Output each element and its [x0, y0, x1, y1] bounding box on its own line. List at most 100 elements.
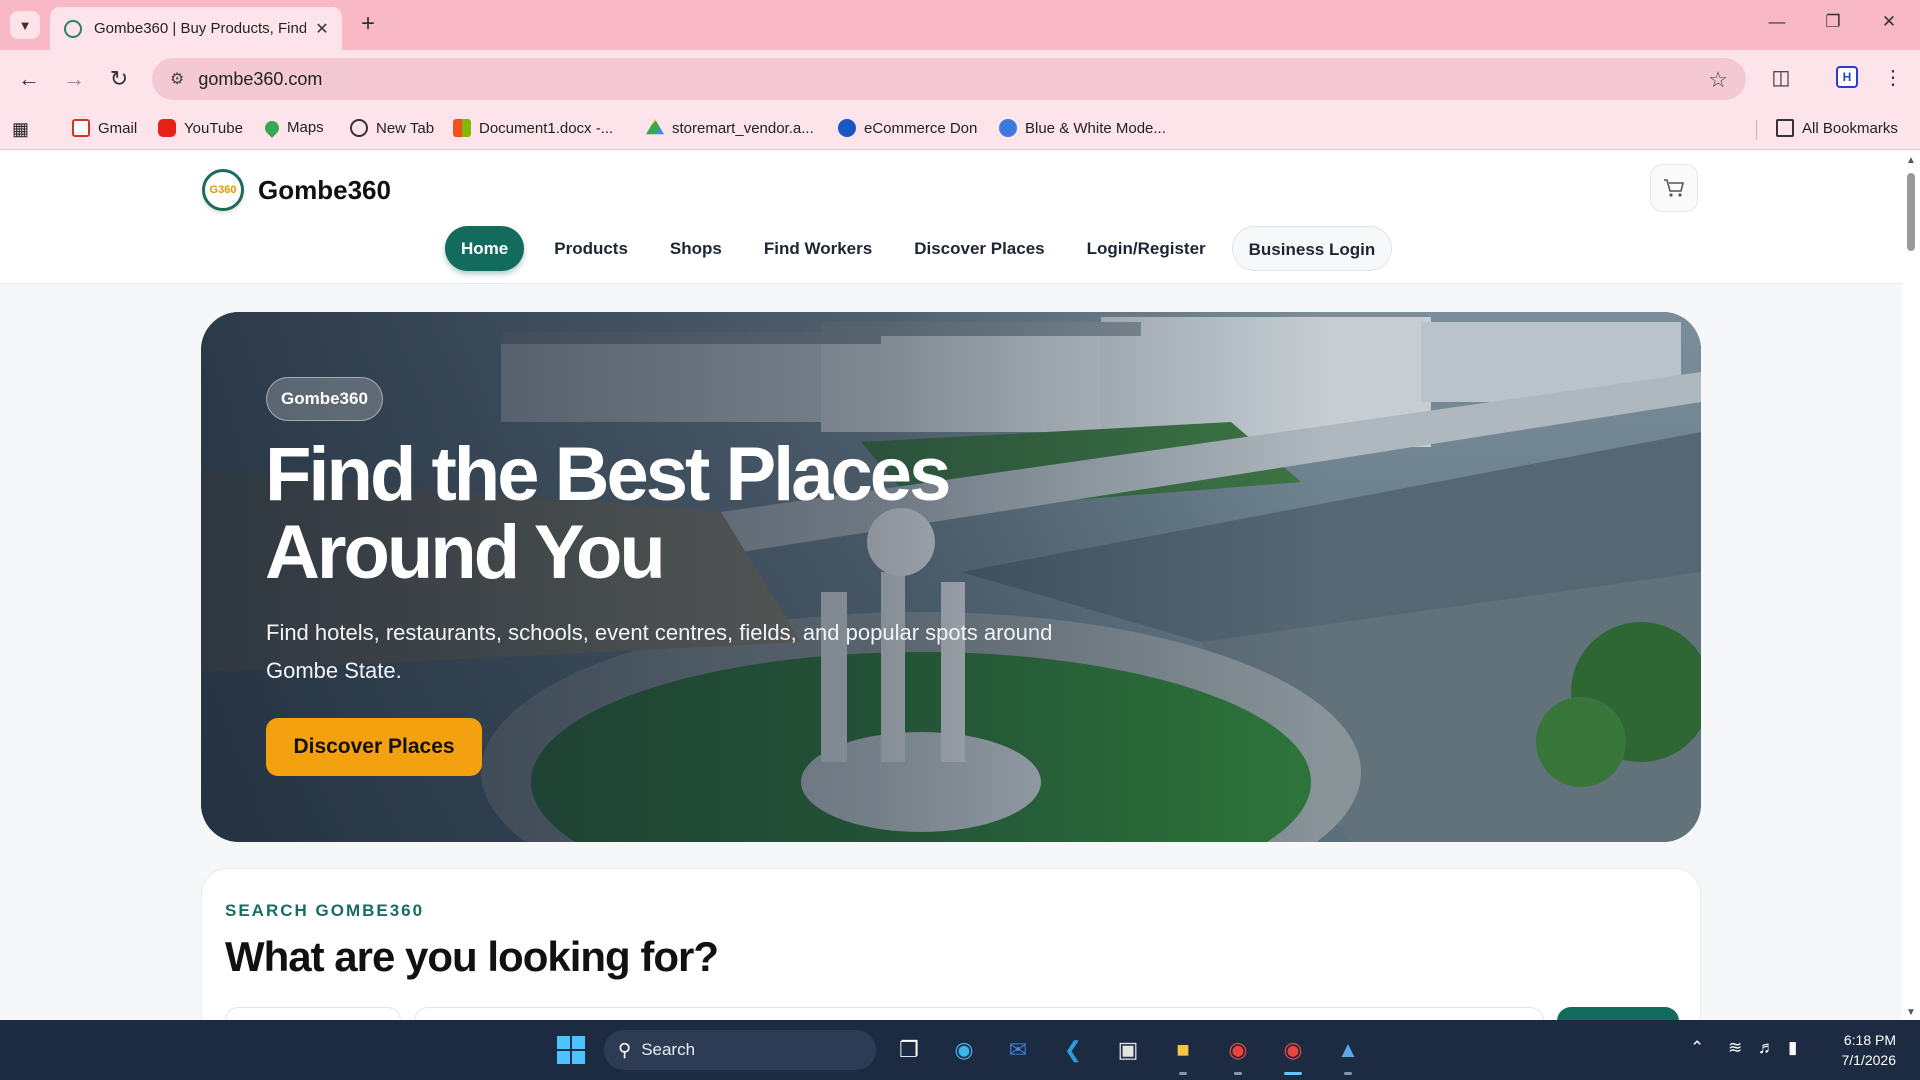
nav-login-register[interactable]: Login/Register [1067, 226, 1226, 271]
bookmark-document1[interactable]: Document1.docx -... [453, 119, 613, 137]
hero-badge: Gombe360 [266, 377, 383, 421]
chrome-profile-icon[interactable]: ◉ [1276, 1033, 1310, 1067]
bookmark-new-tab[interactable]: New Tab [350, 119, 434, 137]
forward-button[interactable]: → [59, 64, 89, 94]
search-submit-button[interactable] [1557, 1007, 1679, 1020]
folder-icon [1776, 119, 1794, 137]
maps-pin-icon [262, 117, 282, 138]
close-window-button[interactable]: ✕ [1874, 12, 1904, 32]
address-bar[interactable]: ⚙ gombe360.com ☆ [152, 58, 1746, 100]
bookmarks-divider [1756, 120, 1757, 140]
logo-mark-icon: G360 [202, 169, 244, 211]
minimize-button[interactable]: — [1762, 12, 1792, 32]
chrome-icon[interactable]: ◉ [1221, 1033, 1255, 1067]
photos-icon[interactable]: ▲ [1331, 1033, 1365, 1067]
chevron-down-icon: ▼ [18, 17, 32, 33]
running-indicator [1179, 1072, 1187, 1075]
browser-menu-icon[interactable]: ⋮ [1878, 65, 1908, 90]
bookmark-gmail[interactable]: Gmail [72, 119, 137, 137]
search-icon: ⚲ [618, 1039, 632, 1060]
bookmark-label: Blue & White Mode... [1025, 119, 1166, 137]
taskbar-search[interactable]: ⚲ Search [604, 1030, 876, 1070]
nav-home[interactable]: Home [445, 226, 525, 271]
bookmark-storemart[interactable]: storemart_vendor.a... [646, 119, 814, 137]
bookmark-blue-white[interactable]: Blue & White Mode... [999, 119, 1166, 137]
tab-title: Gombe360 | Buy Products, Find [94, 20, 306, 37]
site-header: G360 Gombe360 Home Products Shops Find W… [0, 151, 1902, 284]
bookmark-star-icon[interactable]: ☆ [1708, 67, 1728, 93]
logo-text: Gombe360 [258, 174, 391, 205]
globe-icon [350, 119, 368, 137]
vscode-icon[interactable]: ❮ [1056, 1033, 1090, 1067]
apps-grid-icon[interactable]: ▦ [12, 119, 29, 140]
search-input[interactable] [414, 1007, 1544, 1020]
browser-tab-active[interactable]: Gombe360 | Buy Products, Find ✕ [50, 7, 342, 50]
battery-icon[interactable]: ▮ [1788, 1038, 1797, 1058]
taskbar-search-label: Search [641, 1040, 696, 1059]
cart-icon [1664, 179, 1685, 197]
search-category-select[interactable] [225, 1007, 401, 1020]
nav-discover-places[interactable]: Discover Places [894, 226, 1064, 271]
store-icon[interactable]: ▣ [1111, 1033, 1145, 1067]
clock-date: 7/1/2026 [1841, 1052, 1897, 1068]
bookmark-label: Document1.docx -... [479, 119, 614, 137]
active-indicator [1284, 1072, 1302, 1075]
drive-icon [646, 119, 664, 135]
all-bookmarks-label: All Bookmarks [1802, 119, 1898, 137]
bookmark-label: New Tab [376, 119, 435, 137]
bookmark-label: Maps [287, 119, 324, 136]
discover-places-button[interactable]: Discover Places [266, 718, 482, 776]
bookmark-label: storemart_vendor.a... [672, 119, 814, 137]
nav-business-login[interactable]: Business Login [1231, 226, 1393, 271]
canva-icon [999, 119, 1017, 137]
page-scrollbar[interactable]: ▲ ▼ [1902, 151, 1920, 1020]
search-eyebrow: SEARCH GOMBE360 [225, 901, 425, 920]
bookmarks-bar: ▦ Gmail YouTube Maps New Tab Document1.d… [0, 108, 1920, 150]
volume-icon[interactable]: ♬ [1758, 1038, 1775, 1058]
outlook-icon[interactable]: ✉ [1001, 1033, 1035, 1067]
search-heading: What are you looking for? [225, 933, 719, 980]
bookmark-ecommerce-don[interactable]: eCommerce Don [838, 119, 977, 137]
hero-subtitle: Find hotels, restaurants, schools, event… [266, 620, 1053, 683]
show-hidden-icons-icon[interactable]: ⌃ [1690, 1038, 1704, 1058]
scroll-up-arrow-icon[interactable]: ▲ [1906, 155, 1916, 166]
windows-taskbar: ⚲ Search ❐ ◉ ✉ ❮ ▣ ■ ◉ ◉ ▲ ⌃ ≋ ♬ ▮ 6:18 … [0, 1020, 1920, 1080]
running-indicator [1344, 1072, 1352, 1075]
clock-time: 6:18 PM [1843, 1032, 1896, 1048]
extensions-icon[interactable]: ◫ [1766, 65, 1796, 90]
bookmark-youtube[interactable]: YouTube [158, 119, 243, 137]
cart-circle-icon [838, 119, 856, 137]
edge-browser-icon[interactable]: ◉ [947, 1033, 981, 1067]
all-bookmarks-button[interactable]: All Bookmarks [1776, 119, 1898, 137]
reload-button[interactable]: ↻ [104, 64, 134, 94]
site-info-icon[interactable]: ⚙ [170, 69, 184, 89]
scroll-thumb[interactable] [1907, 173, 1915, 251]
new-tab-button[interactable]: + [354, 10, 382, 38]
windows-logo-icon [557, 1036, 585, 1064]
restore-button[interactable]: ❐ [1818, 12, 1848, 32]
nav-products[interactable]: Products [534, 226, 648, 271]
extension-badge-icon[interactable]: H [1836, 66, 1858, 88]
search-section: SEARCH GOMBE360 What are you looking for… [201, 868, 1701, 1020]
nav-find-workers[interactable]: Find Workers [744, 226, 892, 271]
cart-button[interactable] [1650, 164, 1698, 212]
wifi-icon[interactable]: ≋ [1728, 1038, 1742, 1058]
start-button[interactable] [554, 1033, 588, 1067]
back-button[interactable]: ← [14, 64, 44, 94]
site-favicon-icon [64, 19, 82, 38]
bookmark-label: YouTube [184, 119, 243, 137]
page-viewport: G360 Gombe360 Home Products Shops Find W… [0, 151, 1902, 1020]
system-clock[interactable]: 6:18 PM 7/1/2026 [1832, 1030, 1897, 1070]
url-text[interactable]: gombe360.com [198, 69, 322, 90]
close-tab-icon[interactable]: ✕ [312, 19, 332, 39]
file-explorer-icon[interactable]: ■ [1166, 1033, 1200, 1067]
scroll-down-arrow-icon[interactable]: ▼ [1906, 1007, 1916, 1018]
bookmark-maps[interactable]: Maps [262, 117, 324, 138]
task-view-icon[interactable]: ❐ [892, 1033, 926, 1067]
nav-shops[interactable]: Shops [650, 226, 742, 271]
hero-title: Find the Best Places Around You [265, 432, 951, 595]
bookmark-label: Gmail [98, 119, 138, 137]
tab-search-button[interactable]: ▼ [10, 11, 40, 39]
site-logo[interactable]: G360 Gombe360 [202, 169, 391, 211]
main-nav: Home Products Shops Find Workers Discove… [445, 226, 1394, 271]
